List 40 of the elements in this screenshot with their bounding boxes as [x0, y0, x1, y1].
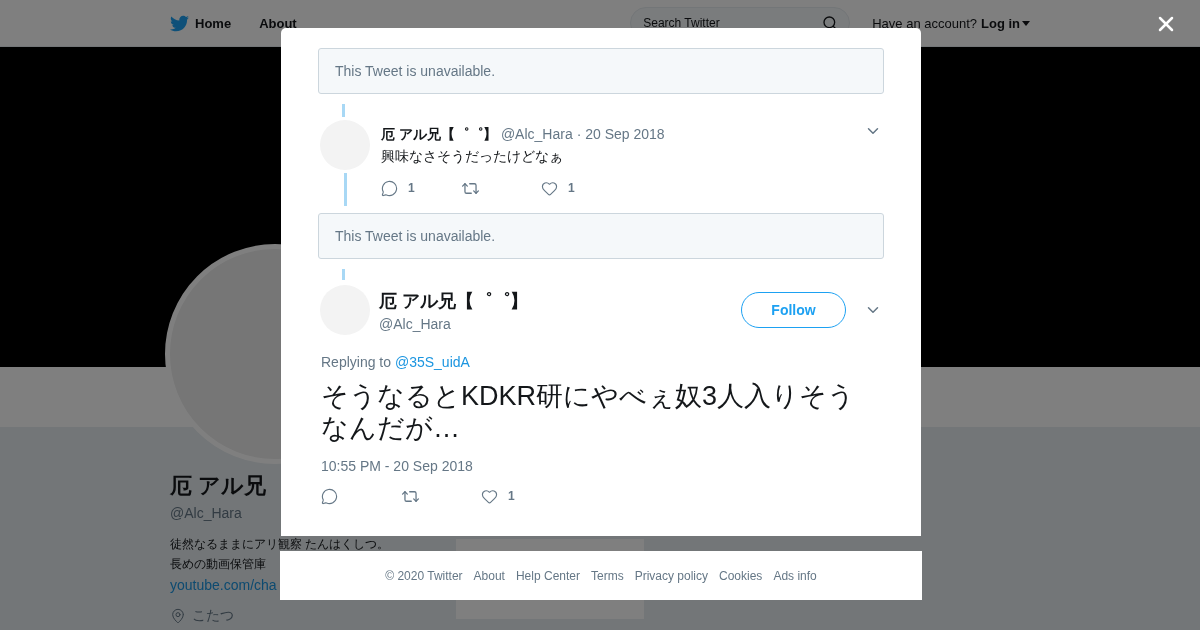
home-link[interactable]: Home [170, 13, 232, 33]
tweet-date[interactable]: · 20 Sep 2018 [576, 126, 665, 142]
about-link[interactable]: About [259, 15, 297, 31]
like-count: 1 [568, 181, 575, 195]
login-link[interactable]: Log in [981, 15, 1030, 31]
bio-line: 徒然なるままにアリ観察 たんはくしつ。 [170, 536, 390, 553]
unavailable-notice: This Tweet is unavailable. [318, 213, 884, 259]
author-handle: @Alc_Hara [379, 315, 452, 332]
caret-icon [1022, 20, 1030, 26]
heart-icon[interactable] [481, 487, 498, 505]
reply-icon[interactable] [321, 487, 338, 505]
like-count: 1 [508, 489, 515, 503]
footer-link[interactable]: About [473, 568, 505, 583]
author-name[interactable]: 厄 アル兄【゜゜】 [381, 126, 497, 144]
thread-line [343, 173, 347, 206]
footer-link[interactable]: Privacy policy [634, 568, 708, 583]
reply-count: 1 [408, 181, 415, 195]
copyright-text: © 2020 Twitter [385, 568, 463, 583]
tweet-timestamp: 10:55 PM - 20 Sep 2018 [321, 458, 474, 474]
mention-link[interactable]: @35S_uidA [394, 354, 470, 370]
heart-icon[interactable] [541, 179, 558, 197]
unavailable-notice: This Tweet is unavailable. [318, 48, 884, 94]
author-name[interactable]: 厄 アル兄【゜゜】 [379, 288, 741, 313]
profile-handle: @Alc_Hara [170, 505, 242, 521]
footer-link[interactable]: Terms [591, 568, 624, 583]
tweet-text: そうなるとKDKR研にやべぇ奴3人入りそうなんだが… [321, 380, 857, 444]
bio-line: 長めの動画保管庫 [170, 556, 266, 573]
account-prompt: Have an account? [872, 15, 977, 31]
replying-label: Replying to [321, 354, 392, 370]
profile-name: 厄 アル兄 [170, 472, 267, 500]
footer-link[interactable]: Cookies [719, 568, 763, 583]
location-text: こたつ [192, 607, 234, 625]
footer-link[interactable]: Ads info [773, 568, 817, 583]
tweet-text: 興味なさそうだったけどなぁ [381, 148, 564, 166]
reply-icon[interactable] [381, 179, 398, 197]
footer-link[interactable]: Help Center [515, 568, 580, 583]
author-handle: @Alc_Hara [500, 126, 573, 142]
follow-button[interactable]: Follow [741, 292, 846, 328]
location-icon [170, 608, 186, 624]
bird-icon [170, 13, 189, 33]
